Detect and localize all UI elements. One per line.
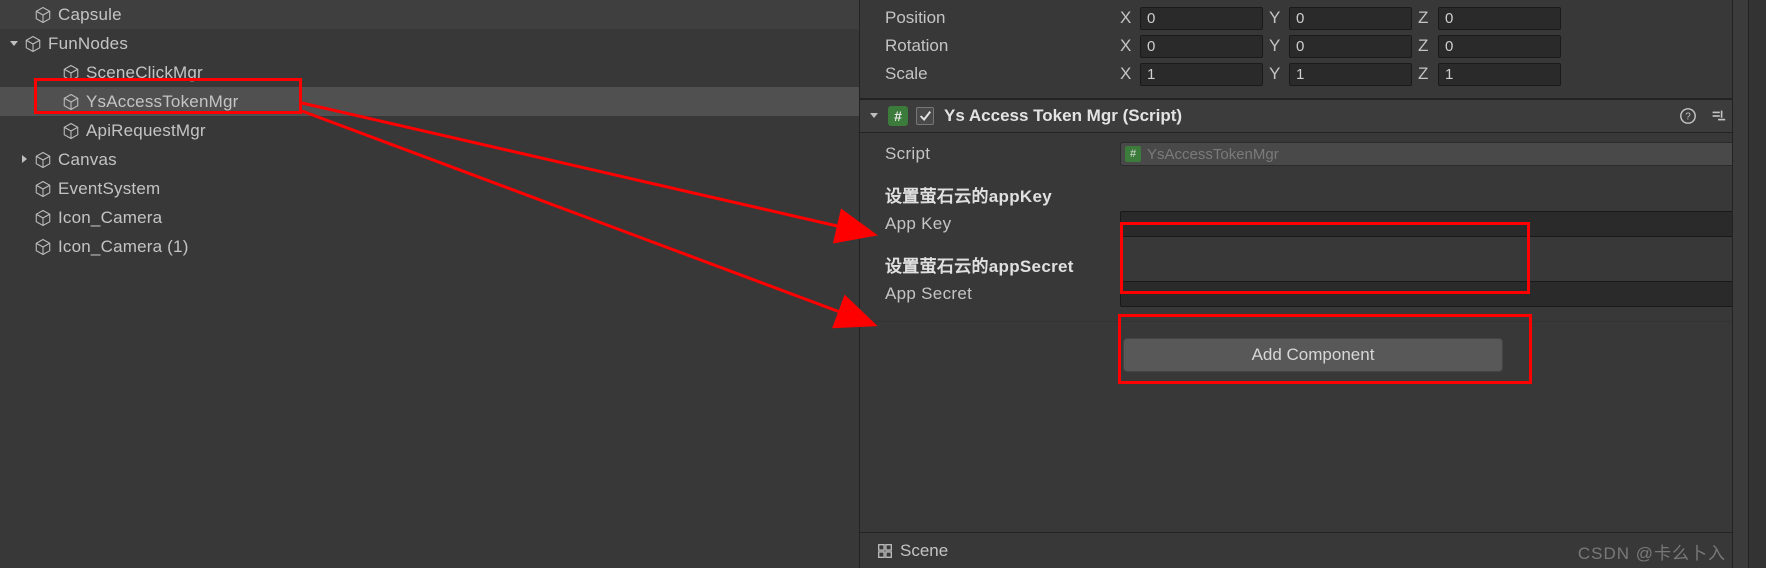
script-icon: # bbox=[1125, 146, 1141, 162]
axis-x-label: X bbox=[1120, 64, 1134, 84]
hierarchy-item-label: Capsule bbox=[58, 5, 122, 25]
axis-x-label: X bbox=[1120, 36, 1134, 56]
add-component-button[interactable]: Add Component bbox=[1123, 338, 1503, 372]
appkey-label: App Key bbox=[885, 214, 1120, 234]
hierarchy-item[interactable]: SceneClickMgr bbox=[0, 58, 859, 87]
hierarchy-item[interactable]: ApiRequestMgr bbox=[0, 116, 859, 145]
component-title: Ys Access Token Mgr (Script) bbox=[944, 106, 1678, 126]
position-y-field[interactable] bbox=[1289, 7, 1412, 30]
transform-position-row: Position X Y Z bbox=[885, 4, 1758, 32]
gameobject-icon bbox=[24, 35, 42, 53]
script-component-body: Script # YsAccessTokenMgr 设置萤石云的appKey A… bbox=[860, 133, 1766, 315]
scrollbar-outer[interactable] bbox=[1748, 0, 1766, 568]
scale-x-field[interactable] bbox=[1140, 63, 1263, 86]
script-icon: # bbox=[888, 106, 908, 126]
transform-rotation-row: Rotation X Y Z bbox=[885, 32, 1758, 60]
script-component-header[interactable]: # Ys Access Token Mgr (Script) ? bbox=[860, 99, 1766, 133]
rotation-x-field[interactable] bbox=[1140, 35, 1263, 58]
scene-tab-label: Scene bbox=[900, 541, 948, 561]
hierarchy-item-selected[interactable]: YsAccessTokenMgr bbox=[0, 87, 859, 116]
foldout-closed-icon[interactable] bbox=[18, 153, 32, 167]
appkey-row: App Key bbox=[885, 209, 1756, 239]
scrollbar-inner[interactable] bbox=[1732, 0, 1748, 568]
help-icon[interactable]: ? bbox=[1678, 106, 1698, 126]
foldout-open-icon[interactable] bbox=[868, 109, 882, 123]
axis-z-label: Z bbox=[1418, 36, 1432, 56]
inspector-panel: Position X Y Z Rotation X Y Z Scale X Y … bbox=[860, 0, 1766, 568]
scene-tab[interactable]: Scene bbox=[866, 537, 958, 565]
axis-x-label: X bbox=[1120, 8, 1134, 28]
scale-y-field[interactable] bbox=[1289, 63, 1412, 86]
appsecret-row: App Secret bbox=[885, 279, 1756, 309]
appsecret-label: App Secret bbox=[885, 284, 1120, 304]
hierarchy-panel: Capsule FunNodes SceneClickMgr YsAccessT… bbox=[0, 0, 860, 568]
gameobject-icon bbox=[62, 93, 80, 111]
hierarchy-item[interactable]: EventSystem bbox=[0, 174, 859, 203]
hierarchy-item-label: ApiRequestMgr bbox=[86, 121, 206, 141]
axis-y-label: Y bbox=[1269, 36, 1283, 56]
scale-z-field[interactable] bbox=[1438, 63, 1561, 86]
axis-y-label: Y bbox=[1269, 8, 1283, 28]
transform-scale-row: Scale X Y Z bbox=[885, 60, 1758, 88]
axis-z-label: Z bbox=[1418, 8, 1432, 28]
hierarchy-item-label: EventSystem bbox=[58, 179, 160, 199]
hierarchy-item-label: FunNodes bbox=[48, 34, 128, 54]
gameobject-icon bbox=[62, 64, 80, 82]
hierarchy-item-label: Icon_Camera bbox=[58, 208, 162, 228]
transform-component: Position X Y Z Rotation X Y Z Scale X Y … bbox=[860, 0, 1766, 99]
watermark-text: CSDN @卡么卜入 bbox=[1578, 539, 1726, 564]
component-enabled-checkbox[interactable] bbox=[916, 107, 934, 125]
appkey-header-label: 设置萤石云的appKey bbox=[885, 182, 1120, 207]
gameobject-icon bbox=[34, 209, 52, 227]
hierarchy-item[interactable]: Capsule bbox=[0, 0, 859, 29]
preset-icon[interactable] bbox=[1708, 106, 1728, 126]
position-label: Position bbox=[885, 8, 1120, 28]
gameobject-icon bbox=[62, 122, 80, 140]
script-reference-row: Script # YsAccessTokenMgr bbox=[885, 139, 1756, 169]
svg-text:?: ? bbox=[1685, 112, 1691, 123]
hierarchy-item-label: SceneClickMgr bbox=[86, 63, 203, 83]
position-x-field[interactable] bbox=[1140, 7, 1263, 30]
hierarchy-item[interactable]: Icon_Camera bbox=[0, 203, 859, 232]
gameobject-icon bbox=[34, 180, 52, 198]
rotation-label: Rotation bbox=[885, 36, 1120, 56]
hierarchy-item[interactable]: Canvas bbox=[0, 145, 859, 174]
script-name: YsAccessTokenMgr bbox=[1147, 146, 1279, 163]
hierarchy-item-label: Canvas bbox=[58, 150, 117, 170]
axis-y-label: Y bbox=[1269, 64, 1283, 84]
add-component-area: Add Component bbox=[860, 321, 1766, 380]
axis-z-label: Z bbox=[1418, 64, 1432, 84]
appsecret-header-label: 设置萤石云的appSecret bbox=[885, 252, 1120, 277]
script-label: Script bbox=[885, 144, 1120, 164]
position-z-field[interactable] bbox=[1438, 7, 1561, 30]
hierarchy-item-label: Icon_Camera (1) bbox=[58, 237, 189, 257]
hierarchy-item[interactable]: Icon_Camera (1) bbox=[0, 232, 859, 261]
scale-label: Scale bbox=[885, 64, 1120, 84]
appsecret-input[interactable] bbox=[1120, 281, 1756, 307]
hierarchy-item-label: YsAccessTokenMgr bbox=[86, 92, 238, 112]
scene-grid-icon bbox=[876, 542, 894, 560]
appkey-input[interactable] bbox=[1120, 211, 1756, 237]
foldout-open-icon[interactable] bbox=[8, 37, 22, 51]
gameobject-icon bbox=[34, 151, 52, 169]
rotation-z-field[interactable] bbox=[1438, 35, 1561, 58]
gameobject-icon bbox=[34, 6, 52, 24]
script-object-field[interactable]: # YsAccessTokenMgr bbox=[1120, 142, 1756, 166]
hierarchy-item[interactable]: FunNodes bbox=[0, 29, 859, 58]
gameobject-icon bbox=[34, 238, 52, 256]
rotation-y-field[interactable] bbox=[1289, 35, 1412, 58]
